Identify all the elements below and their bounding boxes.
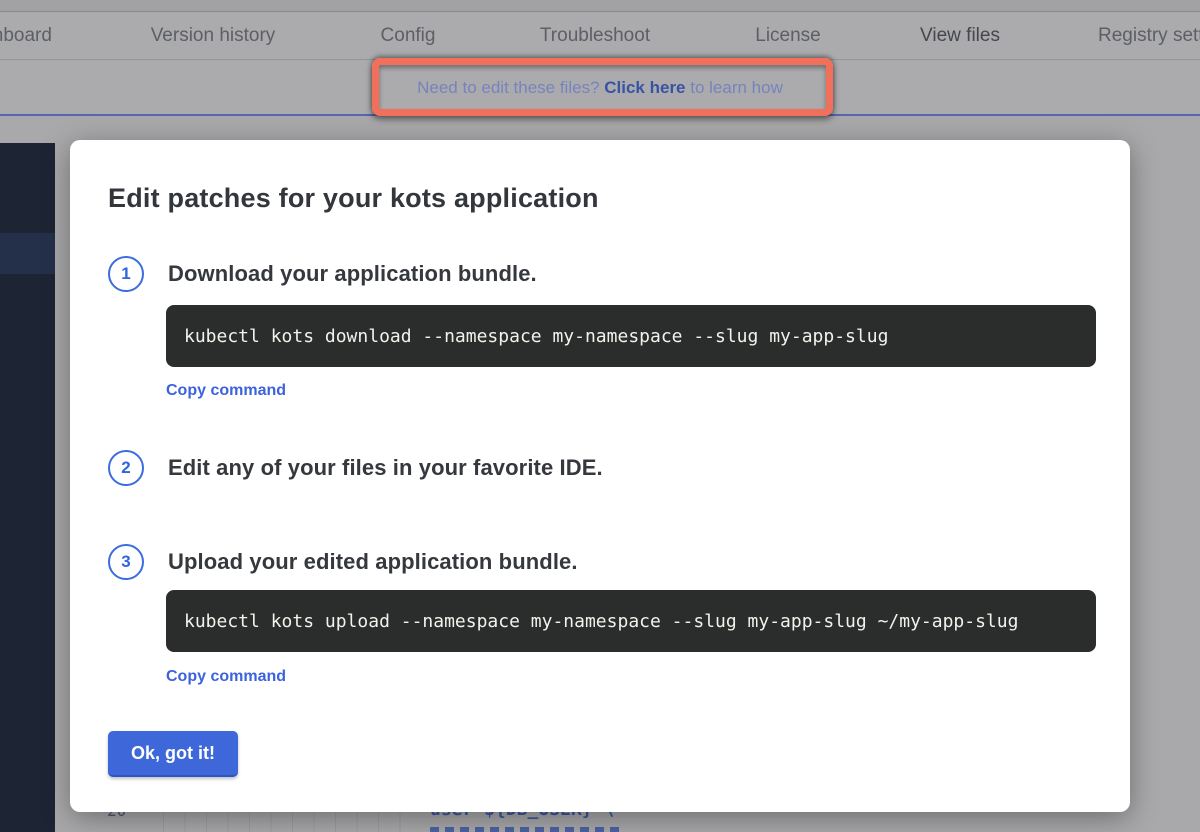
window-top-strip (0, 0, 1200, 12)
step-2-label: Edit any of your files in your favorite … (168, 455, 603, 481)
app-nav-bar: Dashboard Version history Config Trouble… (0, 13, 1200, 60)
tab-license[interactable]: License (755, 13, 821, 59)
copy-upload-command-link[interactable]: Copy command (166, 668, 286, 686)
banner-click-here-link[interactable]: Click here (604, 78, 685, 97)
step-3-label: Upload your edited application bundle. (168, 549, 578, 575)
copy-download-command-link[interactable]: Copy command (166, 382, 286, 400)
tab-registry-settings[interactable]: Registry settings (1098, 13, 1200, 59)
modal-title: Edit patches for your kots application (108, 182, 1096, 214)
step-1-label: Download your application bundle. (168, 261, 537, 287)
step-2-row: 2 Edit any of your files in your favorit… (108, 450, 1096, 486)
tab-version-history[interactable]: Version history (151, 13, 276, 59)
step-1-badge: 1 (108, 256, 144, 292)
tab-dashboard[interactable]: Dashboard (0, 13, 52, 59)
editor-clipped-code-line (430, 827, 620, 832)
ok-got-it-button[interactable]: Ok, got it! (108, 731, 238, 777)
banner-text-after: to learn how (686, 78, 783, 97)
sidebar-selected-item (0, 233, 55, 274)
tab-config[interactable]: Config (381, 13, 436, 59)
file-tree-sidebar (0, 143, 55, 832)
step-2-badge: 2 (108, 450, 144, 486)
upload-command-text: kubectl kots upload --namespace my-names… (184, 611, 1018, 632)
edit-files-hint-banner: Need to edit these files? Click here to … (0, 61, 1200, 116)
banner-text-before: Need to edit these files? (417, 78, 604, 97)
step-3-row: 3 Upload your edited application bundle. (108, 544, 1096, 580)
tab-troubleshoot[interactable]: Troubleshoot (540, 13, 650, 59)
download-command-text: kubectl kots download --namespace my-nam… (184, 326, 888, 347)
tab-view-files[interactable]: View files (920, 13, 1000, 59)
step-3-badge: 3 (108, 544, 144, 580)
edit-patches-modal: Edit patches for your kots application 1… (70, 140, 1130, 812)
step-1-row: 1 Download your application bundle. (108, 256, 1096, 292)
upload-command-block: kubectl kots upload --namespace my-names… (166, 590, 1096, 652)
download-command-block: kubectl kots download --namespace my-nam… (166, 305, 1096, 367)
